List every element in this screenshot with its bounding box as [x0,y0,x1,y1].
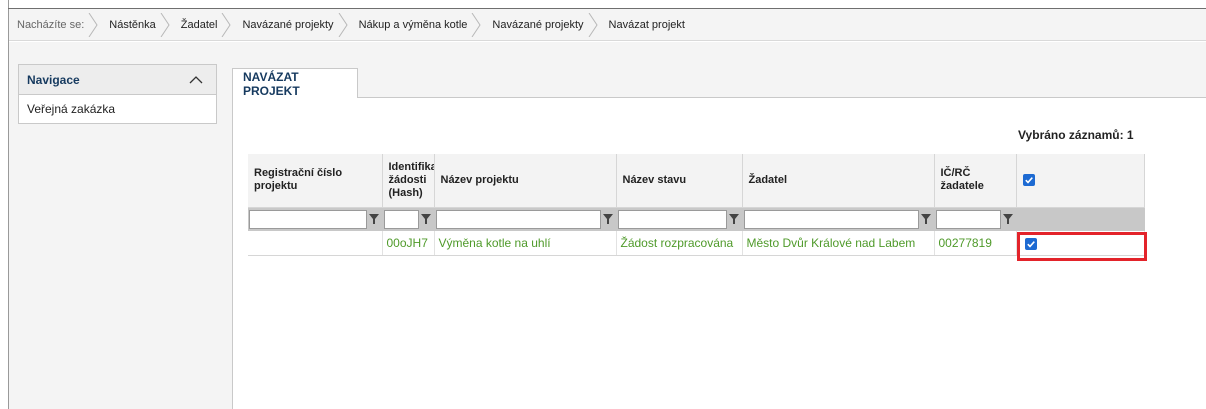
cell-ic[interactable]: 00277819 [934,231,1017,256]
column-header-label: Identifikace žádosti (Hash) [388,160,434,199]
navigation-title: Navigace [27,72,80,87]
breadcrumb-separator-icon [471,12,482,37]
filter-input-ic[interactable] [935,209,1001,229]
filter-icon[interactable] [419,210,433,229]
filter-cell-empty [1016,207,1145,231]
filter-input-applicant[interactable] [743,209,919,229]
breadcrumb-item-nastenka[interactable]: Nástěnka [98,9,170,41]
filter-input-registration-number[interactable] [249,209,367,229]
select-all-checkbox[interactable] [1022,173,1035,186]
breadcrumb-item-zadatel[interactable]: Žadatel [170,9,232,41]
breadcrumb-item-text: Nástěnka [109,18,156,31]
column-header-label: Žadatel [748,173,788,186]
column-header-registration-number[interactable]: Registrační číslo projektu [248,154,383,208]
column-header-label: IČ/RČ žadatele [940,167,984,193]
filter-input-project-name[interactable] [435,209,601,229]
cell-registration-number [248,231,383,256]
filter-icon[interactable] [919,210,933,229]
breadcrumb: Nacházíte se: Nástěnka Žadatel Navázané … [9,9,1206,41]
cell-hash[interactable]: 00oJH7 [382,231,435,256]
filter-cell [382,207,435,231]
filter-cell [934,207,1017,231]
navigation-item-verejna-zakazka[interactable]: Veřejná zakázka [19,95,216,123]
breadcrumb-item-text: Navázat projekt [608,18,685,31]
filter-cell [742,207,935,231]
projects-table: Registrační číslo projektu Identifikace … [248,154,1145,256]
breadcrumb-label-text: Nacházíte se: [17,18,85,31]
filter-cell [616,207,743,231]
filter-input-state[interactable] [617,209,727,229]
column-header-ic[interactable]: IČ/RČ žadatele [934,154,1017,208]
breadcrumb-separator-icon [221,12,232,37]
breadcrumb-item-nakup-a-vymena-kotle[interactable]: Nákup a výměna kotle [348,9,482,41]
column-header-state[interactable]: Název stavu [616,154,743,208]
navigation-header: Navigace [19,65,216,95]
breadcrumb-item-current: Navázat projekt [598,9,699,41]
column-header-project-name[interactable]: Název projektu [434,154,617,208]
column-header-label: Název stavu [622,173,687,186]
breadcrumb-item-navazane-projekty-2[interactable]: Navázané projekty [481,9,598,41]
cell-select [1016,231,1145,256]
filter-icon[interactable] [367,210,381,229]
breadcrumb-separator-icon [160,12,170,37]
column-header-select [1016,154,1145,208]
column-header-applicant[interactable]: Žadatel [742,154,935,208]
breadcrumb-label: Nacházíte se: [9,9,98,41]
breadcrumb-item-text: Nákup a výměna kotle [358,18,468,31]
tab-label: NAVÁZAT PROJEKT [243,69,300,98]
breadcrumb-separator-icon [588,12,598,37]
breadcrumb-separator-icon [338,12,348,37]
table-row[interactable]: 00oJH7 Výměna kotle na uhlí Žádost rozpr… [248,231,1145,256]
filter-cell [248,207,383,231]
cell-applicant[interactable]: Město Dvůr Králové nad Labem [742,231,935,256]
breadcrumb-item-text: Navázané projekty [242,18,334,31]
cell-project-name[interactable]: Výměna kotle na uhlí [434,231,617,256]
selected-count: Vybráno záznamů: 1 [1018,128,1134,142]
breadcrumb-item-text: Navázané projekty [492,18,584,31]
tab-navazat-projekt[interactable]: NAVÁZAT PROJEKT [232,68,358,98]
navigation-item-label: Veřejná zakázka [27,102,116,116]
filter-icon[interactable] [601,210,615,229]
filter-row [248,207,1145,231]
column-header-label: Název projektu [440,173,519,186]
filter-cell [434,207,617,231]
breadcrumb-item-text: Žadatel [180,18,218,31]
column-header-hash[interactable]: Identifikace žádosti (Hash) [382,154,435,208]
column-header-label: Registrační číslo projektu [254,167,343,193]
row-select-checkbox[interactable] [1024,237,1037,250]
breadcrumb-item-navazane-projekty[interactable]: Navázané projekty [231,9,348,41]
breadcrumb-separator-icon [88,12,98,37]
filter-icon[interactable] [1001,210,1015,229]
chevron-up-icon[interactable] [188,72,204,88]
cell-state[interactable]: Žádost rozpracována [616,231,743,256]
filter-icon[interactable] [727,210,741,229]
navigation-panel: Navigace Veřejná zakázka [18,64,217,124]
table-header-row: Registrační číslo projektu Identifikace … [248,154,1145,208]
filter-input-hash[interactable] [383,209,419,229]
